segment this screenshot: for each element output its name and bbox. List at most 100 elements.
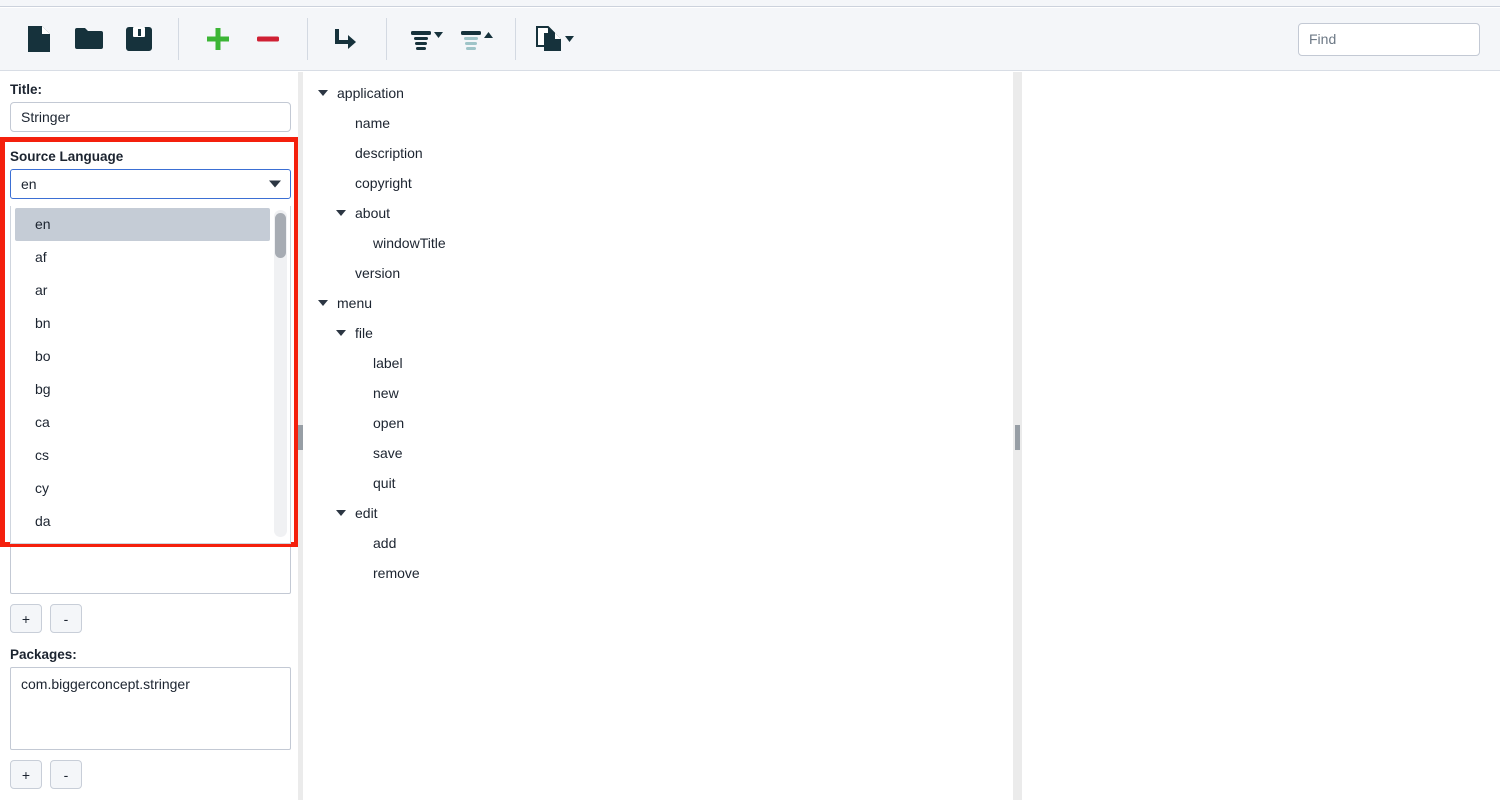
- add-package-button[interactable]: +: [10, 760, 42, 789]
- packages-label: Packages:: [10, 647, 77, 662]
- move-button[interactable]: [322, 16, 372, 62]
- tree-node-label: version: [355, 265, 401, 281]
- dropdown-option[interactable]: da: [15, 505, 270, 538]
- tree-node-label: about: [355, 205, 391, 221]
- splitter-grip[interactable]: [1015, 425, 1020, 450]
- tree-node-label: application: [337, 85, 404, 101]
- dropdown-option[interactable]: cy: [15, 472, 270, 505]
- toolbar-group-edit: [179, 8, 307, 70]
- tree-node-label: open: [373, 415, 405, 431]
- export-button[interactable]: [530, 16, 580, 62]
- sort-ascending-button[interactable]: [451, 16, 501, 62]
- tree-node-label: name: [355, 115, 391, 131]
- tree-node-label: menu: [337, 295, 373, 311]
- tree-expand-toggle[interactable]: [333, 330, 349, 336]
- dropdown-option[interactable]: en: [15, 208, 270, 241]
- remove-package-button[interactable]: -: [50, 760, 82, 789]
- toolbar-group-export: [516, 8, 594, 70]
- add-button[interactable]: [193, 16, 243, 62]
- dropdown-option[interactable]: af: [15, 241, 270, 274]
- tree-node-label: description: [355, 145, 423, 161]
- tree-node[interactable]: menu: [303, 288, 1013, 318]
- source-language-dropdown[interactable]: en af ar bn bo bg ca cs cy da: [10, 206, 291, 544]
- chevron-down-icon: [269, 180, 281, 188]
- new-file-icon: [25, 24, 53, 54]
- source-language-select[interactable]: en: [10, 169, 291, 199]
- tree-node[interactable]: application: [303, 78, 1013, 108]
- splitter-grip[interactable]: [298, 425, 303, 450]
- dropdown-option[interactable]: bo: [15, 340, 270, 373]
- open-folder-button[interactable]: [64, 16, 114, 62]
- dropdown-option[interactable]: cs: [15, 439, 270, 472]
- remove-button[interactable]: [243, 16, 293, 62]
- caret-down-icon: [336, 510, 346, 516]
- tree-node-label: quit: [373, 475, 396, 491]
- tree-node-label: file: [355, 325, 373, 341]
- tree-node-label: new: [373, 385, 399, 401]
- packages-listbox[interactable]: com.biggerconcept.stringer: [10, 667, 291, 750]
- dropdown-option-list: en af ar bn bo bg ca cs cy da: [11, 206, 274, 543]
- tree-expand-toggle[interactable]: [315, 300, 331, 306]
- tree-node[interactable]: open: [303, 408, 1013, 438]
- source-language-highlight: Source Language en en af ar bn bo bg ca …: [0, 137, 299, 547]
- save-button[interactable]: [114, 16, 164, 62]
- tree-node[interactable]: add: [303, 528, 1013, 558]
- tree-node[interactable]: quit: [303, 468, 1013, 498]
- toolbar-group-sort: [387, 8, 515, 70]
- tree-node-label: copyright: [355, 175, 412, 191]
- tree-node[interactable]: remove: [303, 558, 1013, 588]
- minus-icon: [254, 25, 282, 53]
- tree-node[interactable]: copyright: [303, 168, 1013, 198]
- plus-icon: [204, 25, 232, 53]
- sort-descending-button[interactable]: [401, 16, 451, 62]
- caret-down-icon: [318, 90, 328, 96]
- toolbar-group-move: [308, 8, 386, 70]
- remove-language-button[interactable]: -: [50, 604, 82, 633]
- dropdown-scrollbar[interactable]: [274, 210, 287, 537]
- caret-down-icon: [336, 210, 346, 216]
- tree-node[interactable]: edit: [303, 498, 1013, 528]
- tree-node[interactable]: description: [303, 138, 1013, 168]
- dropdown-option[interactable]: bg: [15, 373, 270, 406]
- languages-button-row: + -: [10, 604, 298, 633]
- title-input[interactable]: [10, 102, 291, 132]
- source-language-label: Source Language: [10, 149, 124, 164]
- tree-node[interactable]: about: [303, 198, 1013, 228]
- tree-expand-toggle[interactable]: [333, 210, 349, 216]
- tree-node[interactable]: label: [303, 348, 1013, 378]
- caret-down-icon: [318, 300, 328, 306]
- tree-node[interactable]: file: [303, 318, 1013, 348]
- sort-up-icon: [459, 25, 493, 53]
- detail-panel: [1022, 72, 1500, 800]
- find-input[interactable]: [1298, 22, 1480, 56]
- title-label: Title:: [10, 82, 43, 97]
- add-language-button[interactable]: +: [10, 604, 42, 633]
- tree-expand-toggle[interactable]: [315, 90, 331, 96]
- app-window: Title: + - Packages: com.biggerconcept.s…: [0, 0, 1500, 800]
- right-splitter[interactable]: [1013, 72, 1022, 800]
- save-floppy-icon: [125, 25, 153, 53]
- tree-node[interactable]: version: [303, 258, 1013, 288]
- tree-expand-toggle[interactable]: [333, 510, 349, 516]
- caret-down-icon: [336, 330, 346, 336]
- tree-node-label: add: [373, 535, 397, 551]
- list-item[interactable]: com.biggerconcept.stringer: [21, 676, 280, 692]
- dropdown-option[interactable]: ca: [15, 406, 270, 439]
- tree-node[interactable]: save: [303, 438, 1013, 468]
- new-file-button[interactable]: [14, 16, 64, 62]
- toolbar-group-file: [0, 8, 178, 70]
- tree-node[interactable]: windowTitle: [303, 228, 1013, 258]
- tree-node[interactable]: new: [303, 378, 1013, 408]
- left-splitter[interactable]: [298, 72, 303, 800]
- languages-listbox[interactable]: [10, 544, 291, 594]
- tree-node[interactable]: name: [303, 108, 1013, 138]
- main-toolbar: [0, 8, 1500, 71]
- resource-tree-panel: application name description copyright about…: [303, 72, 1013, 800]
- dropdown-option[interactable]: ar: [15, 274, 270, 307]
- sort-down-icon: [409, 25, 443, 53]
- packages-button-row: + -: [10, 760, 298, 789]
- window-titlebar: [0, 0, 1500, 7]
- dropdown-option[interactable]: bn: [15, 307, 270, 340]
- dropdown-scrollbar-thumb[interactable]: [275, 213, 286, 258]
- source-language-value: en: [21, 176, 37, 192]
